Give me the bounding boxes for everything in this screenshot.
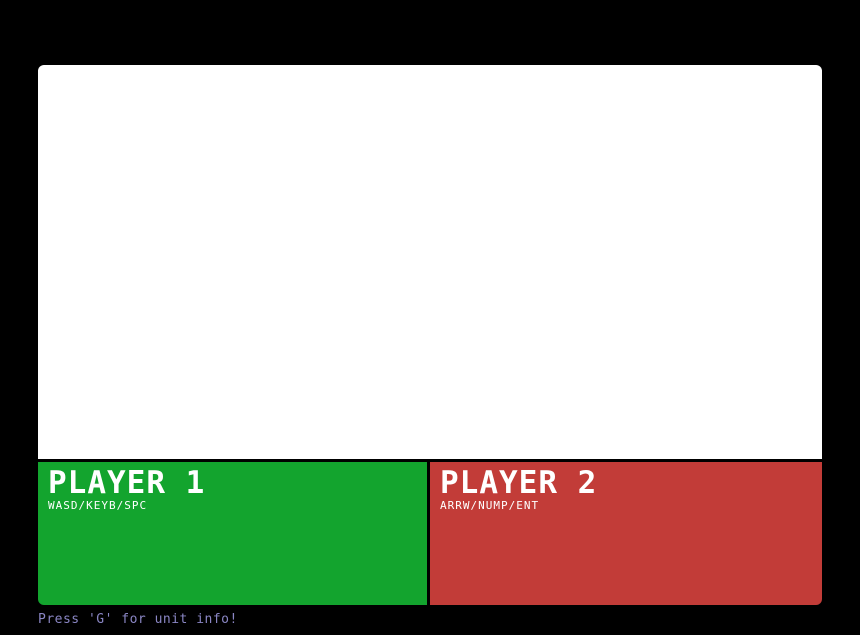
player-1-title: PLAYER 1	[48, 465, 206, 501]
player-2-panel: PLAYER 2 ARRW/NUMP/ENT	[430, 462, 822, 605]
unit-info-hint: Press 'G' for unit info!	[38, 612, 238, 627]
game-screen: PLAYER 1 WASD/KEYB/SPC PLAYER 2 ARRW/NUM…	[0, 0, 860, 635]
player-2-title: PLAYER 2	[440, 465, 598, 501]
player-1-controls: WASD/KEYB/SPC	[48, 499, 148, 512]
play-field[interactable]	[38, 65, 822, 459]
player-1-panel: PLAYER 1 WASD/KEYB/SPC	[38, 462, 427, 605]
player-2-controls: ARRW/NUMP/ENT	[440, 499, 540, 512]
